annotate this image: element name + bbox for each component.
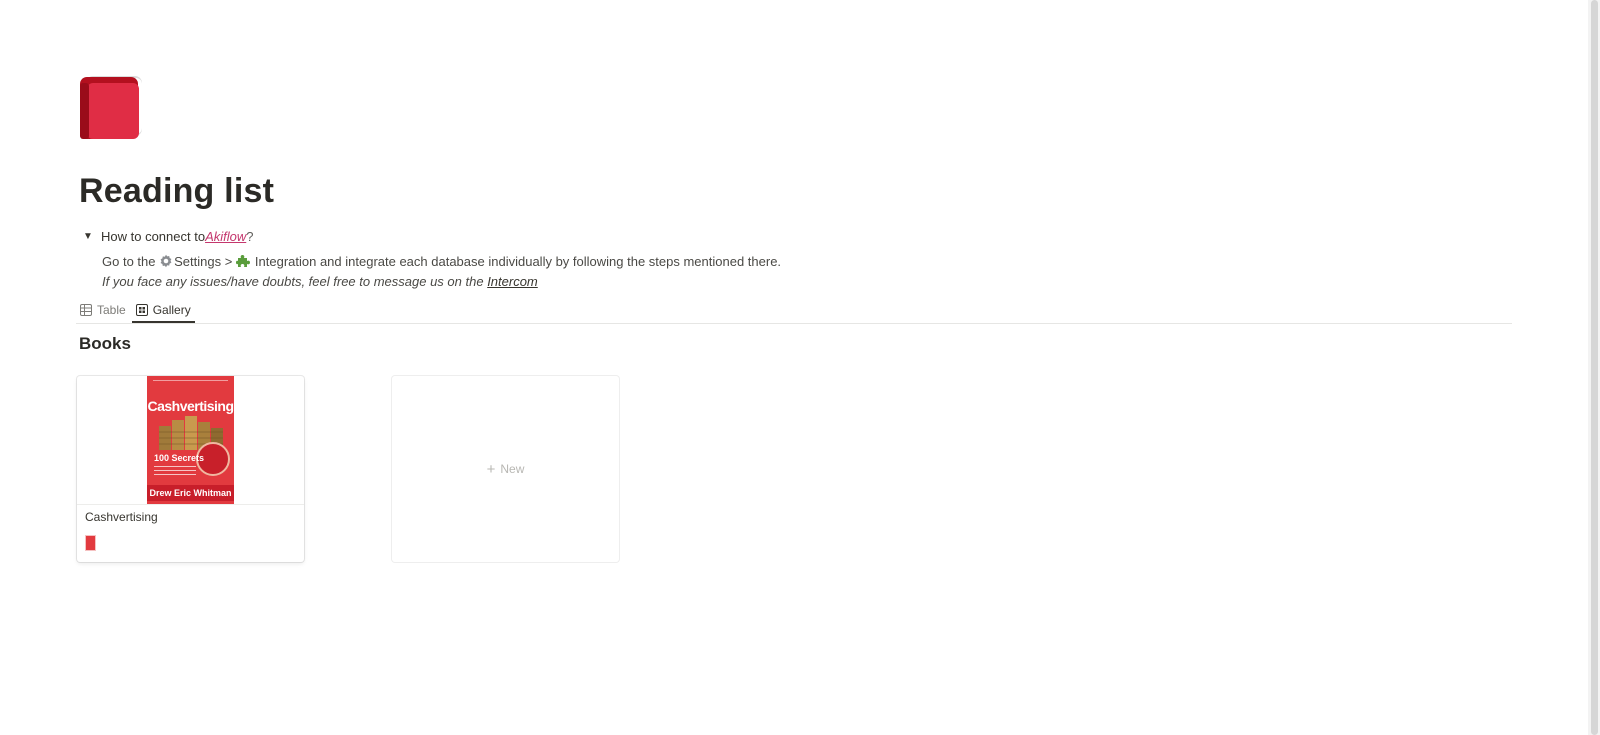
help-line: If you face any issues/have doubts, feel…	[102, 272, 781, 292]
gallery-title: Books	[79, 334, 131, 353]
book-cover-image: Cashvertising 100 Secrets Drew Eric Whit…	[147, 376, 234, 504]
tab-table-label: Table	[97, 303, 126, 317]
cover-author: Drew Eric Whitman	[147, 485, 234, 501]
card-cover-thumbnail	[85, 535, 96, 551]
page: Reading list ▼ How to connect to Akiflow…	[0, 0, 1600, 735]
toggle-block: ▼ How to connect to Akiflow ?	[80, 226, 253, 246]
scrollbar-thumb[interactable]	[1591, 0, 1598, 735]
instruction-line: Go to the Settings > Integration and int…	[102, 252, 781, 272]
table-icon	[80, 304, 92, 316]
page-title: Reading list	[79, 172, 275, 210]
instruction-prefix: Go to the	[102, 254, 160, 269]
help-prefix: If you face any issues/have doubts, feel…	[102, 274, 488, 289]
tab-gallery-label: Gallery	[152, 303, 191, 317]
vertical-scrollbar[interactable]	[1588, 0, 1600, 735]
toggle-heading-prefix: How to connect to	[101, 228, 206, 244]
instruction-rest: Integration and integrate each database …	[254, 254, 782, 269]
puzzle-piece-icon	[235, 254, 251, 268]
red-book-icon[interactable]	[80, 75, 144, 141]
akiflow-link[interactable]: Akiflow	[205, 229, 246, 244]
view-tabs: Table Gallery	[76, 298, 1512, 324]
cover-title: Cashvertising	[147, 398, 234, 414]
tab-gallery[interactable]: Gallery	[131, 298, 195, 323]
card-cover: Cashvertising 100 Secrets Drew Eric Whit…	[77, 376, 304, 505]
gallery-card[interactable]: Cashvertising 100 Secrets Drew Eric Whit…	[77, 376, 304, 562]
tab-table[interactable]: Table	[76, 298, 130, 322]
toggle-heading-suffix: ?	[246, 228, 254, 244]
cover-subtitle-lines	[154, 464, 196, 475]
gear-icon	[159, 254, 173, 268]
cover-top-band	[153, 380, 228, 393]
breadcrumb-separator: >	[221, 254, 236, 269]
settings-text: Settings	[174, 254, 222, 269]
toggle-arrow-icon[interactable]: ▼	[79, 227, 97, 245]
gallery-icon	[135, 304, 148, 316]
plus-icon: +	[486, 460, 496, 478]
intercom-link[interactable]: Intercom	[487, 274, 538, 289]
toggle-content: Go to the Settings > Integration and int…	[102, 252, 781, 292]
new-card-button[interactable]: + New	[392, 376, 619, 562]
card-title: Cashvertising	[85, 510, 158, 524]
new-label: New	[500, 462, 525, 476]
cover-headline: 100 Secrets	[154, 453, 205, 463]
